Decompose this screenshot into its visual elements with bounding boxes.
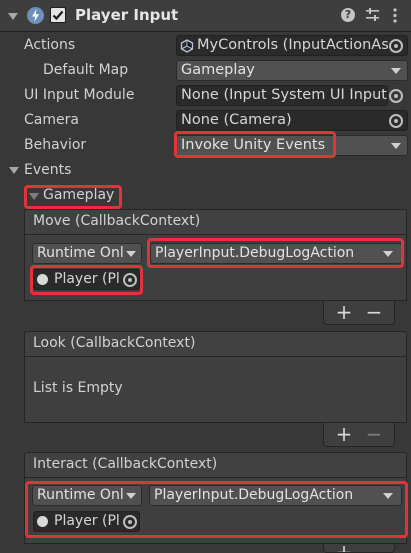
ui-input-module-label: UI Input Module (24, 87, 135, 103)
interact-event-header: Interact (CallbackContext) (24, 452, 407, 478)
highlight-box (25, 481, 408, 538)
list-footer: + − (323, 301, 395, 325)
remove-button[interactable]: − (364, 302, 384, 322)
camera-field[interactable]: None (Camera) (176, 110, 408, 131)
object-picker-icon[interactable] (389, 39, 403, 53)
highlight-box (147, 238, 404, 268)
actions-label: Actions (24, 37, 76, 53)
highlight-box (174, 131, 336, 158)
look-event-header: Look (CallbackContext) (24, 331, 407, 357)
ui-input-module-field[interactable]: None (Input System UI Input I (176, 85, 388, 106)
runtime-mode-value: Runtime Onl (37, 245, 124, 261)
highlight-box (24, 185, 122, 209)
presets-icon[interactable] (365, 7, 380, 22)
actions-field[interactable]: MyControls (InputActionAs (176, 35, 408, 56)
foldout-arrow-icon[interactable] (9, 167, 19, 174)
object-picker-icon[interactable] (389, 89, 403, 103)
default-map-dropdown[interactable]: Gameplay (176, 60, 408, 81)
behavior-label: Behavior (24, 137, 87, 153)
dropdown-arrow-icon (126, 251, 136, 257)
add-button[interactable]: + (334, 424, 354, 444)
component-header: Player Input ? (0, 0, 411, 32)
look-event-title: Look (CallbackContext) (33, 335, 196, 351)
camera-value: None (Camera) (181, 112, 292, 128)
camera-label: Camera (24, 112, 79, 128)
highlight-box (30, 265, 143, 295)
object-picker-icon[interactable] (389, 114, 403, 128)
component-title: Player Input (75, 6, 179, 24)
enabled-checkbox[interactable] (50, 7, 66, 23)
default-map-label: Default Map (43, 62, 129, 78)
list-footer: + − (323, 423, 395, 447)
ui-input-module-value: None (Input System UI Input I (181, 87, 388, 103)
input-actions-asset-icon (180, 39, 194, 53)
events-label: Events (24, 162, 72, 178)
remove-button: − (365, 422, 383, 446)
collapse-arrow-icon[interactable] (8, 13, 18, 20)
dropdown-arrow-icon (391, 143, 401, 149)
empty-list-text: List is Empty (33, 380, 123, 396)
default-map-value: Gameplay (181, 62, 255, 78)
move-event-header: Move (CallbackContext) (24, 209, 407, 235)
add-button[interactable]: + (334, 544, 354, 552)
actions-value: MyControls (InputActionAs (197, 37, 389, 53)
help-icon[interactable]: ? (341, 8, 355, 22)
add-button[interactable]: + (334, 302, 354, 322)
look-event-body: List is Empty (24, 357, 407, 423)
dropdown-arrow-icon (391, 68, 401, 74)
lightning-icon (27, 7, 44, 24)
interact-event-title: Interact (CallbackContext) (33, 456, 218, 472)
move-event-title: Move (CallbackContext) (33, 213, 201, 229)
kebab-menu-icon[interactable] (393, 8, 397, 24)
list-footer: + (323, 544, 395, 553)
